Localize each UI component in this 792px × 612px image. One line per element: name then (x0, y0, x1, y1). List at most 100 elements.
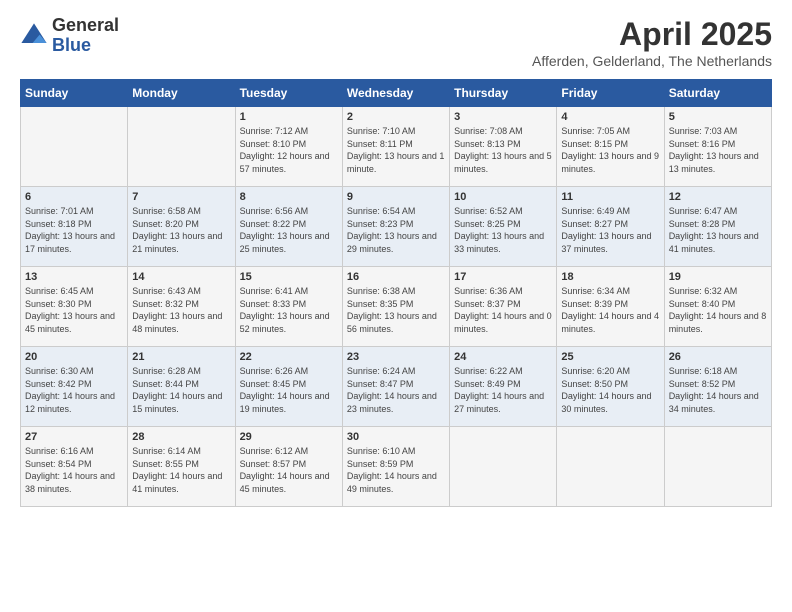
day-number: 12 (669, 191, 767, 203)
day-info: Sunrise: 6:56 AM Sunset: 8:22 PM Dayligh… (240, 205, 338, 255)
calendar-cell: 11 Sunrise: 6:49 AM Sunset: 8:27 PM Dayli… (557, 187, 664, 267)
day-number: 15 (240, 271, 338, 283)
day-header-monday: Monday (128, 80, 235, 107)
day-info: Sunrise: 6:52 AM Sunset: 8:25 PM Dayligh… (454, 205, 552, 255)
calendar-cell: 9 Sunrise: 6:54 AM Sunset: 8:23 PM Daylig… (342, 187, 449, 267)
day-info: Sunrise: 6:43 AM Sunset: 8:32 PM Dayligh… (132, 285, 230, 335)
day-info: Sunrise: 6:54 AM Sunset: 8:23 PM Dayligh… (347, 205, 445, 255)
day-info: Sunrise: 6:36 AM Sunset: 8:37 PM Dayligh… (454, 285, 552, 335)
calendar-cell: 14 Sunrise: 6:43 AM Sunset: 8:32 PM Dayli… (128, 267, 235, 347)
day-info: Sunrise: 6:58 AM Sunset: 8:20 PM Dayligh… (132, 205, 230, 255)
logo: General Blue (20, 16, 119, 56)
day-info: Sunrise: 6:10 AM Sunset: 8:59 PM Dayligh… (347, 445, 445, 495)
day-info: Sunrise: 6:28 AM Sunset: 8:44 PM Dayligh… (132, 365, 230, 415)
day-number: 18 (561, 271, 659, 283)
page: General Blue April 2025 Afferden, Gelder… (0, 0, 792, 612)
calendar-cell (557, 427, 664, 507)
calendar-cell: 16 Sunrise: 6:38 AM Sunset: 8:35 PM Dayli… (342, 267, 449, 347)
day-info: Sunrise: 6:30 AM Sunset: 8:42 PM Dayligh… (25, 365, 123, 415)
day-number: 9 (347, 191, 445, 203)
calendar-cell: 19 Sunrise: 6:32 AM Sunset: 8:40 PM Dayli… (664, 267, 771, 347)
day-number: 22 (240, 351, 338, 363)
calendar-cell (21, 107, 128, 187)
day-info: Sunrise: 6:12 AM Sunset: 8:57 PM Dayligh… (240, 445, 338, 495)
day-header-saturday: Saturday (664, 80, 771, 107)
calendar-cell: 13 Sunrise: 6:45 AM Sunset: 8:30 PM Dayli… (21, 267, 128, 347)
day-info: Sunrise: 6:34 AM Sunset: 8:39 PM Dayligh… (561, 285, 659, 335)
calendar-cell: 30 Sunrise: 6:10 AM Sunset: 8:59 PM Dayli… (342, 427, 449, 507)
calendar-cell: 18 Sunrise: 6:34 AM Sunset: 8:39 PM Dayli… (557, 267, 664, 347)
calendar-cell: 7 Sunrise: 6:58 AM Sunset: 8:20 PM Daylig… (128, 187, 235, 267)
day-info: Sunrise: 6:47 AM Sunset: 8:28 PM Dayligh… (669, 205, 767, 255)
day-number: 2 (347, 111, 445, 123)
logo-general: General (52, 16, 119, 36)
day-info: Sunrise: 6:49 AM Sunset: 8:27 PM Dayligh… (561, 205, 659, 255)
day-info: Sunrise: 7:03 AM Sunset: 8:16 PM Dayligh… (669, 125, 767, 175)
day-number: 24 (454, 351, 552, 363)
day-info: Sunrise: 6:24 AM Sunset: 8:47 PM Dayligh… (347, 365, 445, 415)
calendar-cell: 5 Sunrise: 7:03 AM Sunset: 8:16 PM Daylig… (664, 107, 771, 187)
day-number: 1 (240, 111, 338, 123)
day-number: 5 (669, 111, 767, 123)
calendar-cell: 17 Sunrise: 6:36 AM Sunset: 8:37 PM Dayli… (450, 267, 557, 347)
day-number: 14 (132, 271, 230, 283)
day-info: Sunrise: 7:01 AM Sunset: 8:18 PM Dayligh… (25, 205, 123, 255)
day-number: 21 (132, 351, 230, 363)
day-number: 16 (347, 271, 445, 283)
calendar-cell: 15Sunrise: 6:41 AM Sunset: 8:33 PM Dayli… (235, 267, 342, 347)
calendar-cell: 26Sunrise: 6:18 AM Sunset: 8:52 PM Dayli… (664, 347, 771, 427)
day-number: 20 (25, 351, 123, 363)
location: Afferden, Gelderland, The Netherlands (532, 53, 772, 69)
calendar-cell: 29 Sunrise: 6:12 AM Sunset: 8:57 PM Dayli… (235, 427, 342, 507)
calendar-cell: 25 Sunrise: 6:20 AM Sunset: 8:50 PM Dayli… (557, 347, 664, 427)
calendar-cell: 2 Sunrise: 7:10 AM Sunset: 8:11 PM Daylig… (342, 107, 449, 187)
day-header-wednesday: Wednesday (342, 80, 449, 107)
day-number: 8 (240, 191, 338, 203)
week-row: 27 Sunrise: 6:16 AM Sunset: 8:54 PM Dayli… (21, 427, 772, 507)
day-number: 27 (25, 431, 123, 443)
day-info: Sunrise: 6:32 AM Sunset: 8:40 PM Dayligh… (669, 285, 767, 335)
day-info: Sunrise: 6:38 AM Sunset: 8:35 PM Dayligh… (347, 285, 445, 335)
day-number: 19 (669, 271, 767, 283)
header-row: SundayMondayTuesdayWednesdayThursdayFrid… (21, 80, 772, 107)
day-header-thursday: Thursday (450, 80, 557, 107)
day-number: 25 (561, 351, 659, 363)
day-number: 17 (454, 271, 552, 283)
day-number: 10 (454, 191, 552, 203)
logo-text: General Blue (52, 16, 119, 56)
day-number: 3 (454, 111, 552, 123)
day-info: Sunrise: 6:14 AM Sunset: 8:55 PM Dayligh… (132, 445, 230, 495)
day-number: 23 (347, 351, 445, 363)
day-number: 7 (132, 191, 230, 203)
day-info: Sunrise: 6:22 AM Sunset: 8:49 PM Dayligh… (454, 365, 552, 415)
header: General Blue April 2025 Afferden, Gelder… (20, 16, 772, 69)
calendar-cell: 8 Sunrise: 6:56 AM Sunset: 8:22 PM Daylig… (235, 187, 342, 267)
day-info: Sunrise: 6:45 AM Sunset: 8:30 PM Dayligh… (25, 285, 123, 335)
day-info: Sunrise: 6:26 AM Sunset: 8:45 PM Dayligh… (240, 365, 338, 415)
calendar-cell (128, 107, 235, 187)
calendar-cell: 4Sunrise: 7:05 AM Sunset: 8:15 PM Daylig… (557, 107, 664, 187)
calendar-cell: 23 Sunrise: 6:24 AM Sunset: 8:47 PM Dayli… (342, 347, 449, 427)
week-row: 6 Sunrise: 7:01 AM Sunset: 8:18 PM Daylig… (21, 187, 772, 267)
calendar-table: SundayMondayTuesdayWednesdayThursdayFrid… (20, 79, 772, 507)
day-number: 6 (25, 191, 123, 203)
day-info: Sunrise: 7:12 AM Sunset: 8:10 PM Dayligh… (240, 125, 338, 175)
calendar-cell: 28 Sunrise: 6:14 AM Sunset: 8:55 PM Dayli… (128, 427, 235, 507)
day-info: Sunrise: 6:16 AM Sunset: 8:54 PM Dayligh… (25, 445, 123, 495)
calendar-cell: 20 Sunrise: 6:30 AM Sunset: 8:42 PM Dayli… (21, 347, 128, 427)
calendar-cell: 10 Sunrise: 6:52 AM Sunset: 8:25 PM Dayli… (450, 187, 557, 267)
day-info: Sunrise: 6:20 AM Sunset: 8:50 PM Dayligh… (561, 365, 659, 415)
day-number: 11 (561, 191, 659, 203)
calendar-cell: 6 Sunrise: 7:01 AM Sunset: 8:18 PM Daylig… (21, 187, 128, 267)
day-number: 28 (132, 431, 230, 443)
week-row: 13 Sunrise: 6:45 AM Sunset: 8:30 PM Dayli… (21, 267, 772, 347)
day-number: 29 (240, 431, 338, 443)
logo-icon (20, 22, 48, 50)
day-info: Sunrise: 7:08 AM Sunset: 8:13 PM Dayligh… (454, 125, 552, 175)
day-number: 13 (25, 271, 123, 283)
day-info: Sunrise: 7:10 AM Sunset: 8:11 PM Dayligh… (347, 125, 445, 175)
day-number: 26 (669, 351, 767, 363)
day-header-friday: Friday (557, 80, 664, 107)
day-number: 30 (347, 431, 445, 443)
month-title: April 2025 (532, 16, 772, 53)
